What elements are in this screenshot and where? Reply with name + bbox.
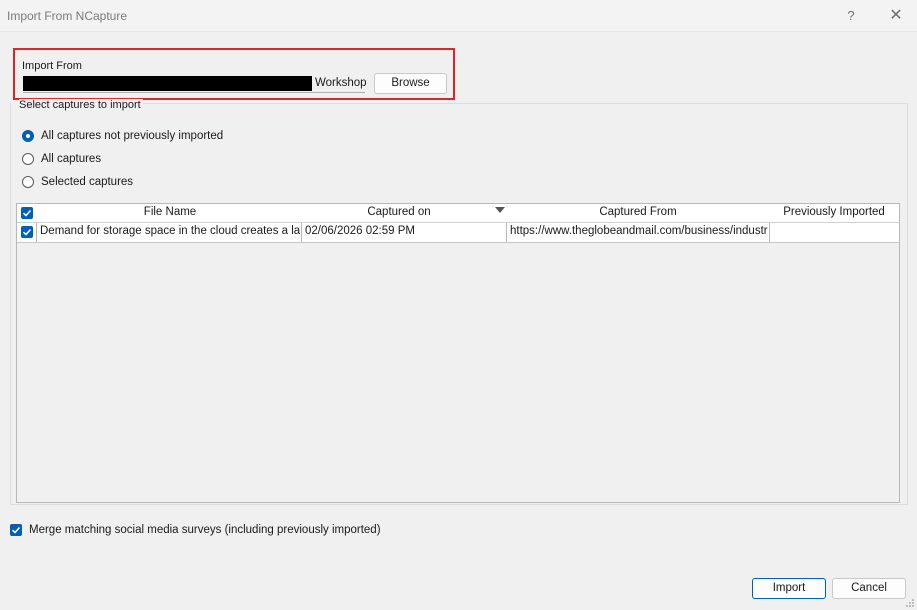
import-path-redacted[interactable]	[23, 76, 312, 91]
column-divider	[506, 223, 507, 242]
captures-group-label: Select captures to import	[19, 99, 143, 111]
browse-button[interactable]: Browse	[374, 73, 447, 94]
radio-unchecked-icon[interactable]	[22, 176, 34, 188]
import-button[interactable]: Import	[752, 578, 826, 599]
cancel-button[interactable]: Cancel	[832, 578, 906, 599]
select-all-checkbox[interactable]	[21, 207, 33, 219]
help-button[interactable]: ?	[841, 6, 861, 26]
column-header-captured-on[interactable]: Captured on	[303, 206, 495, 218]
import-path-underline	[23, 92, 365, 93]
group-top-border	[137, 103, 906, 104]
sort-descending-icon	[495, 207, 505, 213]
column-header-captured-from[interactable]: Captured From	[507, 206, 769, 218]
radio-checked-icon[interactable]	[22, 130, 34, 142]
column-header-file-name[interactable]: File Name	[37, 206, 303, 218]
checkmark-icon	[11, 526, 21, 534]
cell-captured-from: https://www.theglobeandmail.com/business…	[510, 225, 768, 237]
table-row[interactable]: Demand for storage space in the cloud cr…	[17, 223, 899, 243]
checkmark-icon	[22, 209, 32, 217]
resize-grip-icon[interactable]	[905, 598, 915, 608]
title-bar: Import From NCapture ? ✕	[0, 0, 917, 32]
radio-selected-captures[interactable]: Selected captures	[22, 174, 133, 190]
cell-captured-on: 02/06/2026 02:59 PM	[305, 225, 415, 237]
import-from-label: Import From	[22, 60, 82, 72]
import-path-field[interactable]: Workshop	[315, 77, 367, 89]
captures-table[interactable]: File Name Captured on Captured From Prev…	[16, 203, 900, 503]
radio-all-captures[interactable]: All captures	[22, 151, 101, 167]
column-divider	[36, 223, 37, 242]
checkmark-icon	[22, 228, 32, 236]
column-divider	[301, 223, 302, 242]
row-checkbox[interactable]	[21, 226, 33, 238]
radio-label: All captures	[41, 153, 102, 165]
radio-label: Selected captures	[41, 176, 134, 188]
merge-label: Merge matching social media surveys (inc…	[29, 524, 381, 536]
table-header: File Name Captured on Captured From Prev…	[17, 204, 899, 223]
column-header-previously-imported[interactable]: Previously Imported	[769, 206, 899, 218]
column-divider	[769, 223, 770, 242]
close-button[interactable]: ✕	[886, 6, 906, 26]
radio-label: All captures not previously imported	[41, 130, 224, 142]
cell-file-name: Demand for storage space in the cloud cr…	[40, 225, 300, 237]
merge-option[interactable]: Merge matching social media surveys (inc…	[10, 523, 381, 537]
window-title: Import From NCapture	[7, 9, 128, 23]
radio-all-not-imported[interactable]: All captures not previously imported	[22, 128, 223, 144]
merge-checkbox[interactable]	[10, 524, 22, 536]
radio-unchecked-icon[interactable]	[22, 153, 34, 165]
